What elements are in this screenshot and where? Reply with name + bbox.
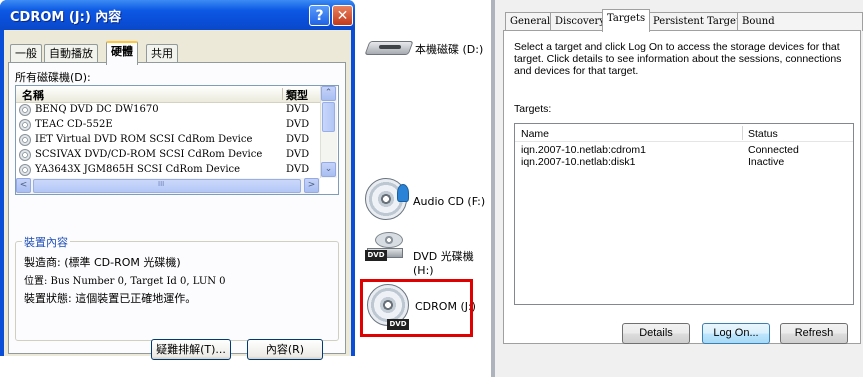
tab-general[interactable]: 一般 <box>10 44 42 63</box>
drive-label-d[interactable]: 本機磁碟 (D:) <box>415 41 483 57</box>
tab-bound-volumes[interactable]: Bound Volumes/Devices <box>737 12 863 45</box>
column-divider[interactable] <box>742 126 743 140</box>
list-item[interactable]: BENQ DVD DC DW1670 DVD <box>16 103 320 118</box>
troubleshoot-button[interactable]: 疑難排解(T)... <box>151 339 231 360</box>
location-text: 位置: Bus Number 0, Target Id 0, LUN 0 <box>24 276 226 287</box>
list-item[interactable]: IET Virtual DVD ROM SCSI CdRom Device DV… <box>16 133 320 148</box>
tab-persistent-targets[interactable]: Persistent Targets <box>648 12 751 31</box>
table-row[interactable]: iqn.2007-10.netlab:disk1 Inactive <box>515 156 853 168</box>
drive-label-h[interactable]: DVD 光碟機 (H:) <box>413 248 489 277</box>
all-drives-label: 所有磁碟機(D): <box>15 71 91 84</box>
tab-discovery[interactable]: Discovery <box>550 12 610 31</box>
dvd-badge: DVD <box>365 250 387 261</box>
device-properties-window: CDROM (J:) 內容 ? ✕ 一般 自動播放 硬體 共用 所有磁碟機(D)… <box>0 0 355 360</box>
list-item[interactable]: YA3643X JGM865H SCSI CdRom Device DVD <box>16 163 320 178</box>
scroll-up-button[interactable]: ⌃ <box>321 86 336 101</box>
horizontal-scroll-thumb[interactable]: III <box>33 179 301 193</box>
scroll-right-button[interactable]: > <box>304 178 319 193</box>
device-type: DVD <box>286 164 310 175</box>
list-item[interactable]: TEAC CD-552E DVD <box>16 118 320 133</box>
log-on-button[interactable]: Log On... <box>702 323 770 344</box>
tab-general[interactable]: General <box>505 12 556 31</box>
header-rule <box>515 141 853 142</box>
device-name: TEAC CD-552E <box>35 119 113 130</box>
scroll-thumb[interactable] <box>322 102 335 132</box>
cd-drive-icon <box>19 149 31 161</box>
list-item[interactable]: SCSIVAX DVD/CD-ROM SCSI CdRom Device DVD <box>16 148 320 163</box>
tab-hardware[interactable]: 硬體 <box>106 41 138 65</box>
scroll-grip: III <box>158 180 165 188</box>
cd-drive-icon <box>19 134 31 146</box>
close-button[interactable]: ✕ <box>332 5 353 26</box>
target-name: iqn.2007-10.netlab:disk1 <box>521 156 636 168</box>
properties-button[interactable]: 內容(R) <box>247 339 323 360</box>
manufacturer-text: 製造商: (標準 CD-ROM 光碟機) <box>24 256 181 269</box>
device-name: IET Virtual DVD ROM SCSI CdRom Device <box>35 134 253 145</box>
iscsi-initiator-panel: General Discovery Targets Persistent Tar… <box>495 0 863 377</box>
device-properties-group: 裝置內容 製造商: (標準 CD-ROM 光碟機) 位置: Bus Number… <box>15 234 339 341</box>
column-divider[interactable] <box>282 88 283 100</box>
target-status: Inactive <box>748 156 785 168</box>
selection-highlight-box <box>360 279 473 337</box>
column-header-status[interactable]: Status <box>748 128 778 140</box>
targets-description: Select a target and click Log On to acce… <box>514 41 842 77</box>
device-type: DVD <box>286 119 310 130</box>
device-type: DVD <box>286 104 310 115</box>
cd-drive-icon <box>19 119 31 131</box>
targets-label: Targets: <box>514 103 552 115</box>
device-type: DVD <box>286 149 310 160</box>
group-title: 裝置內容 <box>22 234 70 250</box>
dialog-client-area: 一般 自動播放 硬體 共用 所有磁碟機(D): 名稱 類型 BENQ DVD D… <box>4 30 351 360</box>
device-name: BENQ DVD DC DW1670 <box>35 104 159 115</box>
device-name: YA3643X JGM865H SCSI CdRom Device <box>35 164 241 175</box>
column-header-name[interactable]: Name <box>521 128 549 140</box>
hard-drive-icon[interactable] <box>364 36 414 58</box>
list-header: 名稱 類型 <box>16 86 320 103</box>
table-row[interactable]: iqn.2007-10.netlab:cdrom1 Connected <box>515 144 853 156</box>
drive-label-f[interactable]: Audio CD (F:) <box>413 195 485 208</box>
targets-tab-panel: Select a target and click Log On to acce… <box>503 30 861 344</box>
column-header-name[interactable]: 名稱 <box>22 87 44 103</box>
details-button[interactable]: Details <box>622 323 690 344</box>
dvd-disc-icon[interactable] <box>375 232 403 248</box>
drives-listview[interactable]: 名稱 類型 BENQ DVD DC DW1670 DVD TEAC CD-552… <box>15 85 339 195</box>
title-bar[interactable]: CDROM (J:) 內容 ? ✕ <box>0 0 355 30</box>
tab-sharing[interactable]: 共用 <box>146 44 178 63</box>
cd-drive-icon <box>19 164 31 176</box>
cd-drive-icon <box>19 104 31 116</box>
device-name: SCSIVAX DVD/CD-ROM SCSI CdRom Device <box>35 149 263 160</box>
horizontal-scrollbar[interactable]: < III > <box>16 178 320 194</box>
targets-listview[interactable]: Name Status iqn.2007-10.netlab:cdrom1 Co… <box>514 123 854 305</box>
device-status-text: 裝置狀態: 這個裝置已正確地運作。 <box>24 292 197 305</box>
device-type: DVD <box>286 134 310 145</box>
vertical-scrollbar[interactable]: ⌃ ⌄ <box>320 86 337 178</box>
scroll-down-button[interactable]: ⌄ <box>321 162 336 177</box>
help-button[interactable]: ? <box>309 5 330 26</box>
scroll-left-button[interactable]: < <box>16 178 31 193</box>
target-name: iqn.2007-10.netlab:cdrom1 <box>521 144 646 156</box>
window-title: CDROM (J:) 內容 <box>10 10 122 25</box>
tab-targets[interactable]: Targets <box>602 9 651 32</box>
hardware-tab-panel: 所有磁碟機(D): 名稱 類型 BENQ DVD DC DW1670 DVD T… <box>8 62 346 360</box>
music-note-icon <box>397 184 409 202</box>
column-header-type[interactable]: 類型 <box>286 87 308 103</box>
target-status: Connected <box>748 144 799 156</box>
tab-autoplay[interactable]: 自動播放 <box>44 44 98 63</box>
refresh-button[interactable]: Refresh <box>780 323 848 344</box>
